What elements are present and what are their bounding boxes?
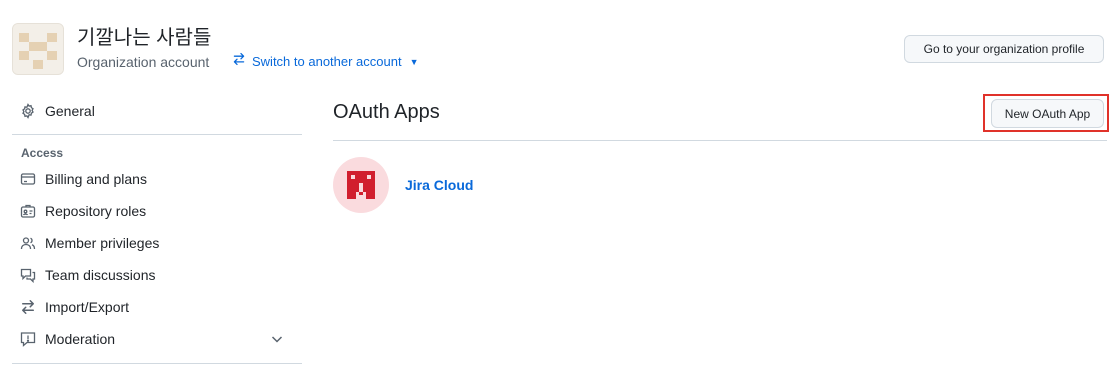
sidebar-item-label: Team discussions <box>45 267 156 283</box>
page-title: OAuth Apps <box>333 101 440 123</box>
sidebar-item-moderation[interactable]: Moderation <box>12 323 302 355</box>
switch-account-link[interactable]: Switch to another account ▼ <box>232 52 419 72</box>
arrow-switch-icon <box>232 52 246 72</box>
people-icon <box>20 235 36 251</box>
sidebar-item-general[interactable]: General <box>12 95 302 127</box>
sidebar-item-label: Repository roles <box>45 203 147 219</box>
org-avatar <box>12 23 64 75</box>
org-type-label: Organization account <box>77 54 210 70</box>
caret-down-icon: ▼ <box>409 57 419 67</box>
jira-app-icon <box>333 157 389 213</box>
sidebar-section-heading: Access <box>21 146 64 160</box>
credit-card-icon <box>20 171 36 187</box>
settings-sidebar: General Access Billing and plans Reposit… <box>12 95 302 364</box>
sidebar-divider <box>12 363 302 364</box>
list-item: Jira Cloud <box>333 157 473 213</box>
sidebar-item-repository-roles[interactable]: Repository roles <box>12 195 302 227</box>
org-profile-button[interactable]: Go to your organization profile <box>904 35 1104 63</box>
sidebar-item-label: Member privileges <box>45 235 160 251</box>
org-header: 기깔나는 사람들 Organization account Switch to … <box>12 23 1107 75</box>
chevron-down-icon[interactable] <box>269 331 285 350</box>
report-icon <box>20 331 36 347</box>
id-badge-icon <box>20 203 36 219</box>
switch-account-label: Switch to another account <box>252 54 402 69</box>
sidebar-item-label: Import/Export <box>45 299 130 315</box>
sidebar-item-member-privileges[interactable]: Member privileges <box>12 227 302 259</box>
new-oauth-app-button[interactable]: New OAuth App <box>991 99 1104 128</box>
sidebar-item-billing[interactable]: Billing and plans <box>12 163 302 195</box>
sidebar-item-label: Moderation <box>45 331 116 347</box>
sidebar-item-label: Billing and plans <box>45 171 147 187</box>
gear-icon <box>20 103 36 119</box>
arrow-switch-icon <box>20 299 36 315</box>
comment-discussion-icon <box>20 267 36 283</box>
sidebar-item-team-discussions[interactable]: Team discussions <box>12 259 302 291</box>
org-name: 기깔나는 사람들 <box>77 27 212 49</box>
title-divider <box>333 140 1107 141</box>
sidebar-item-label: General <box>45 103 95 119</box>
sidebar-item-import-export[interactable]: Import/Export <box>12 291 302 323</box>
app-name-link[interactable]: Jira Cloud <box>405 177 473 193</box>
